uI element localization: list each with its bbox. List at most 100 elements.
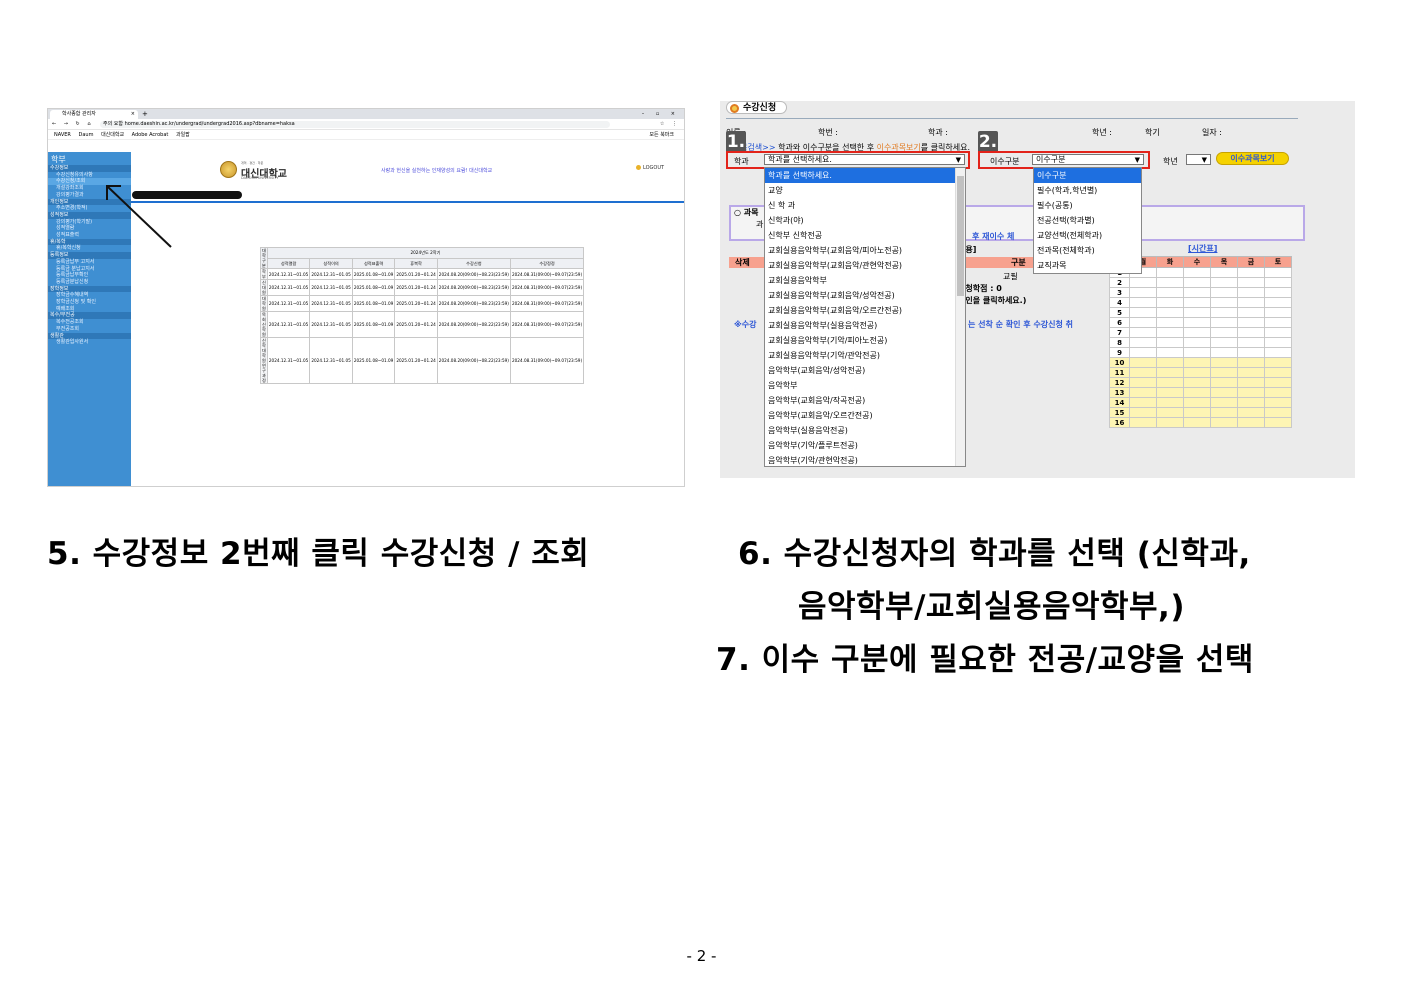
- timetable-cell[interactable]: [1129, 297, 1157, 308]
- logout-button[interactable]: LOGOUT: [636, 165, 664, 171]
- timetable-cell[interactable]: [1183, 377, 1211, 388]
- sidebar-item[interactable]: 부전공조회: [48, 326, 131, 333]
- timetable-cell[interactable]: [1264, 407, 1292, 418]
- timetable-cell[interactable]: [1237, 357, 1265, 368]
- timetable-cell[interactable]: [1210, 317, 1238, 328]
- timetable-cell[interactable]: [1156, 377, 1184, 388]
- timetable-cell[interactable]: [1156, 397, 1184, 408]
- dept-option[interactable]: 교회실용음악학부(실용음악전공): [765, 318, 965, 333]
- timetable-cell[interactable]: [1129, 407, 1157, 418]
- timetable-cell[interactable]: [1210, 387, 1238, 398]
- dept-option[interactable]: 교회실용음악학부(교회음악/성악전공): [765, 288, 965, 303]
- timetable-cell[interactable]: [1183, 417, 1211, 428]
- timetable-cell[interactable]: [1156, 277, 1184, 288]
- bookmark-item[interactable]: 과일팝: [176, 132, 190, 138]
- type-option[interactable]: 교직과목: [1034, 258, 1141, 273]
- timetable-cell[interactable]: [1264, 357, 1292, 368]
- timetable-cell[interactable]: [1264, 337, 1292, 348]
- sidebar-item[interactable]: 등록금납부 고지서: [48, 259, 131, 266]
- dept-option[interactable]: 음악학부(실용음악전공): [765, 423, 965, 438]
- bookmark-item[interactable]: Adobe Acrobat: [132, 132, 169, 138]
- timetable-cell[interactable]: [1237, 417, 1265, 428]
- scrollbar[interactable]: [955, 168, 965, 466]
- sidebar-item[interactable]: 장학금신청 및 확인: [48, 299, 131, 306]
- timetable-cell[interactable]: [1156, 337, 1184, 348]
- timetable-cell[interactable]: [1129, 287, 1157, 298]
- timetable-cell[interactable]: [1156, 317, 1184, 328]
- timetable-cell[interactable]: [1210, 377, 1238, 388]
- timetable-cell[interactable]: [1129, 417, 1157, 428]
- timetable-cell[interactable]: [1183, 357, 1211, 368]
- timetable-cell[interactable]: [1183, 347, 1211, 358]
- timetable-cell[interactable]: [1237, 317, 1265, 328]
- timetable-cell[interactable]: [1156, 417, 1184, 428]
- timetable-cell[interactable]: [1183, 397, 1211, 408]
- timetable-cell[interactable]: [1183, 307, 1211, 318]
- timetable-cell[interactable]: [1156, 297, 1184, 308]
- timetable-cell[interactable]: [1156, 407, 1184, 418]
- timetable-cell[interactable]: [1183, 367, 1211, 378]
- dept-option[interactable]: 음악학부(교회음악/작곡전공): [765, 393, 965, 408]
- timetable-cell[interactable]: [1264, 287, 1292, 298]
- timetable-cell[interactable]: [1210, 277, 1238, 288]
- type-option[interactable]: 교양선택(전체학과): [1034, 228, 1141, 243]
- timetable-cell[interactable]: [1210, 357, 1238, 368]
- timetable-cell[interactable]: [1237, 267, 1265, 278]
- browser-tab[interactable]: 학사종합 관리자 ×: [50, 110, 138, 119]
- timetable-cell[interactable]: [1210, 397, 1238, 408]
- timetable-cell[interactable]: [1156, 347, 1184, 358]
- timetable-cell[interactable]: [1237, 387, 1265, 398]
- timetable-cell[interactable]: [1210, 287, 1238, 298]
- sidebar-item[interactable]: 복수전공조회: [48, 319, 131, 326]
- timetable-cell[interactable]: [1156, 307, 1184, 318]
- timetable-cell[interactable]: [1210, 337, 1238, 348]
- dept-option[interactable]: 교회실용음악학부: [765, 273, 965, 288]
- dept-option[interactable]: 음악학부: [765, 378, 965, 393]
- timetable-cell[interactable]: [1183, 287, 1211, 298]
- dept-option[interactable]: 음악학부(기악/플루트전공): [765, 438, 965, 453]
- timetable-cell[interactable]: [1264, 277, 1292, 288]
- bookmark-item[interactable]: NAVER: [54, 132, 71, 138]
- type-select[interactable]: 이수구분 ▼: [1032, 154, 1144, 165]
- dept-option[interactable]: 교회실용음악학부(기악/관악전공): [765, 348, 965, 363]
- timetable-cell[interactable]: [1129, 377, 1157, 388]
- window-controls-icon[interactable]: – ▫ ×: [642, 109, 680, 119]
- timetable-cell[interactable]: [1210, 307, 1238, 318]
- close-icon[interactable]: ×: [131, 110, 135, 119]
- timetable-cell[interactable]: [1183, 337, 1211, 348]
- timetable-cell[interactable]: [1156, 287, 1184, 298]
- university-logo[interactable]: 개혁 · 경건 · 학문 대신대학교 DAESHIN UNIVERSITY: [220, 161, 300, 183]
- timetable-cell[interactable]: [1210, 407, 1238, 418]
- timetable-cell[interactable]: [1210, 267, 1238, 278]
- timetable-cell[interactable]: [1264, 347, 1292, 358]
- timetable-cell[interactable]: [1183, 267, 1211, 278]
- grade-select[interactable]: ▼: [1186, 154, 1211, 165]
- timetable-cell[interactable]: [1237, 407, 1265, 418]
- timetable-cell[interactable]: [1156, 367, 1184, 378]
- timetable-cell[interactable]: [1264, 387, 1292, 398]
- url-field[interactable]: 주의 요함 home.daeshin.ac.kr/undergrad/under…: [100, 121, 610, 128]
- type-option[interactable]: 전공선택(학과별): [1034, 213, 1141, 228]
- timetable-cell[interactable]: [1129, 307, 1157, 318]
- bookmark-item[interactable]: 대신대학교: [101, 132, 124, 138]
- timetable-cell[interactable]: [1210, 297, 1238, 308]
- timetable-cell[interactable]: [1129, 337, 1157, 348]
- dept-option[interactable]: 신 학 과: [765, 198, 965, 213]
- type-option[interactable]: 필수(공통): [1034, 198, 1141, 213]
- timetable-cell[interactable]: [1210, 327, 1238, 338]
- timetable-cell[interactable]: [1210, 347, 1238, 358]
- timetable-cell[interactable]: [1129, 347, 1157, 358]
- type-option[interactable]: 전과목(전체학과): [1034, 243, 1141, 258]
- dept-option[interactable]: 신학과(야): [765, 213, 965, 228]
- bookmark-item[interactable]: Daum: [79, 132, 94, 138]
- timetable-cell[interactable]: [1237, 377, 1265, 388]
- type-option[interactable]: 필수(학과,학년별): [1034, 183, 1141, 198]
- timetable-cell[interactable]: [1129, 387, 1157, 398]
- dept-option[interactable]: 음악학부(교회음악/성악전공): [765, 363, 965, 378]
- sidebar-item[interactable]: 등록금납부확인: [48, 272, 131, 279]
- timetable-cell[interactable]: [1183, 317, 1211, 328]
- dept-select[interactable]: 학과를 선택하세요. ▼: [764, 154, 965, 165]
- timetable-cell[interactable]: [1183, 297, 1211, 308]
- sidebar-section[interactable]: 등록정보: [48, 252, 131, 259]
- dept-option[interactable]: 음악학부(교회음악/오르간전공): [765, 408, 965, 423]
